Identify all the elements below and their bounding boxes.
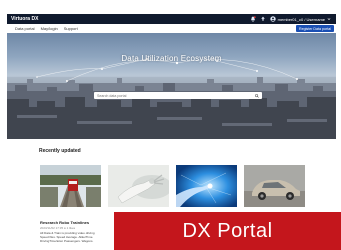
nav-login[interactable]: May/login: [41, 26, 58, 31]
section-title-recently-updated: Recently updated: [39, 148, 81, 154]
notification-icon[interactable]: [250, 16, 256, 22]
brand-logo[interactable]: Virtuora DX: [11, 16, 38, 22]
robot-hand-image: [108, 165, 169, 207]
chevron-down-icon[interactable]: [327, 17, 331, 21]
card-car[interactable]: [244, 165, 305, 207]
register-button[interactable]: Register Data portal: [296, 25, 334, 32]
vintage-car-image: [244, 165, 305, 207]
search-box[interactable]: [94, 92, 262, 99]
user-menu[interactable]: member01_c0 / Username: [269, 16, 331, 22]
search-input[interactable]: [96, 92, 247, 99]
card-title[interactable]: Research Robo Trainlines: [40, 220, 89, 225]
dx-portal-label: DX Portal: [182, 220, 273, 242]
city-skyline-image: [7, 58, 336, 139]
digital-hand-image: [176, 165, 237, 207]
dx-portal-banner: DX Portal: [114, 212, 341, 250]
upload-icon[interactable]: [260, 16, 266, 22]
user-name: member01_c0 / Username: [277, 16, 325, 22]
top-bar-actions: member01_c0 / Username: [250, 16, 331, 22]
card-robot[interactable]: [108, 165, 169, 207]
card-description: All Data & Train is providing video driv…: [40, 231, 95, 243]
hero-title: Data Utilization Ecosystem: [121, 54, 222, 63]
hero-banner: Data Utilization Ecosystem: [7, 33, 336, 139]
card-digital[interactable]: [176, 165, 237, 207]
top-bar: Virtuora DX member01_c0 / Username: [7, 14, 336, 24]
user-icon: [269, 16, 276, 22]
nav-data-portal[interactable]: Data portal: [15, 26, 35, 31]
nav-support[interactable]: Support: [64, 26, 78, 31]
search-icon[interactable]: [255, 93, 259, 98]
railway-image: [40, 165, 101, 207]
card-meta: 2023/11/02 17:35 ● 1 likes: [40, 226, 76, 230]
card-railway[interactable]: [40, 165, 101, 207]
